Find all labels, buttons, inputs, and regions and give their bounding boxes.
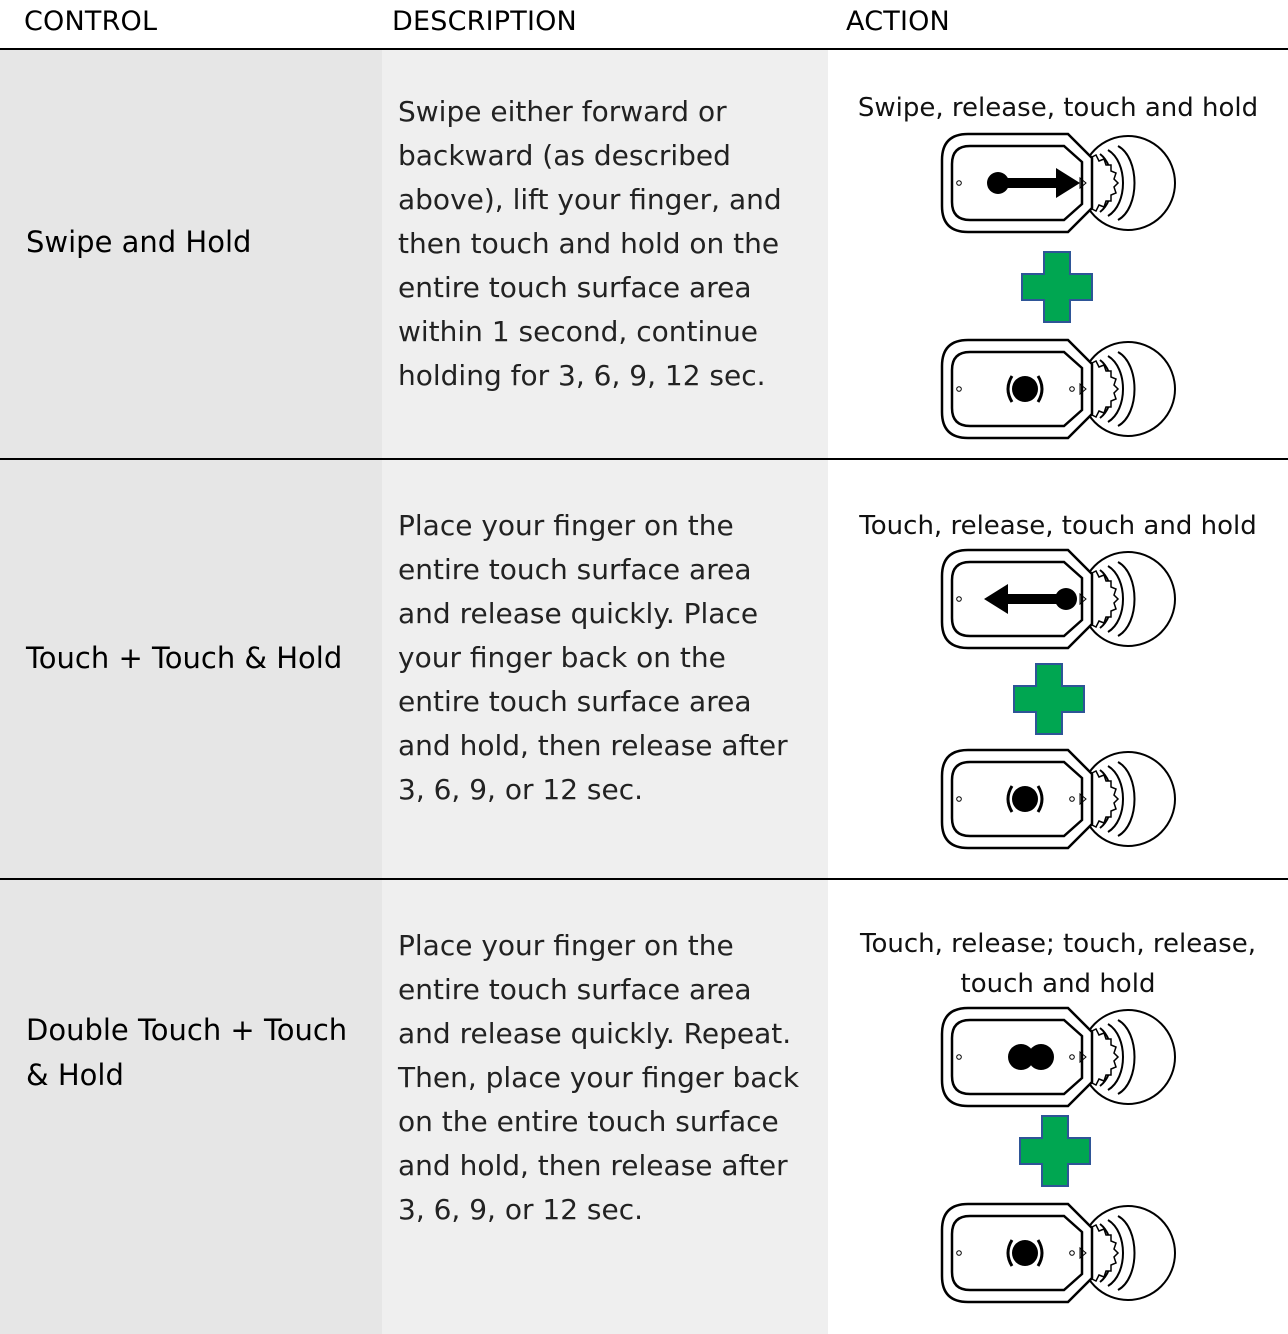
plus-icon xyxy=(1021,251,1093,323)
action-cell: Swipe, release, touch and hold xyxy=(828,50,1288,458)
touch-and-hold-icon xyxy=(940,748,1177,850)
description-text: Place your finger on the entire touch su… xyxy=(398,929,800,1226)
table-row: Swipe and Hold Swipe either forward or b… xyxy=(0,50,1288,458)
control-cell: Double Touch + Touch & Hold xyxy=(0,880,382,1334)
action-cell: Touch, release, touch and hold xyxy=(828,460,1288,878)
plus-icon xyxy=(1019,1115,1091,1187)
swipe-forward-arrow-icon xyxy=(940,132,1177,234)
header-control: CONTROL xyxy=(24,6,158,37)
table-row: Double Touch + Touch & Hold Place your f… xyxy=(0,880,1288,1334)
action-label: Touch, release; touch, release, touch an… xyxy=(860,929,1256,999)
control-name: Double Touch + Touch & Hold xyxy=(26,1013,348,1092)
swipe-backward-arrow-icon xyxy=(940,548,1177,650)
table-header: CONTROL DESCRIPTION ACTION xyxy=(0,0,1288,48)
plus-icon xyxy=(1013,663,1085,735)
touch-and-hold-icon xyxy=(940,1202,1177,1304)
description-cell: Place your finger on the entire touch su… xyxy=(382,460,828,878)
table-row: Touch + Touch & Hold Place your finger o… xyxy=(0,460,1288,878)
control-name: Touch + Touch & Hold xyxy=(26,641,343,675)
double-touch-icon xyxy=(940,1006,1177,1108)
control-name: Swipe and Hold xyxy=(26,225,252,259)
description-cell: Swipe either forward or backward (as des… xyxy=(382,50,828,458)
touch-and-hold-icon xyxy=(940,338,1177,440)
description-text: Place your finger on the entire touch su… xyxy=(398,509,788,806)
header-action: ACTION xyxy=(846,6,950,37)
control-cell: Swipe and Hold xyxy=(0,50,382,458)
action-label: Touch, release, touch and hold xyxy=(859,511,1257,541)
description-text: Swipe either forward or backward (as des… xyxy=(398,95,782,392)
header-description: DESCRIPTION xyxy=(392,6,577,37)
action-label: Swipe, release, touch and hold xyxy=(857,93,1259,123)
control-cell: Touch + Touch & Hold xyxy=(0,460,382,878)
action-cell: Touch, release; touch, release, touch an… xyxy=(828,880,1288,1334)
description-cell: Place your finger on the entire touch su… xyxy=(382,880,828,1334)
